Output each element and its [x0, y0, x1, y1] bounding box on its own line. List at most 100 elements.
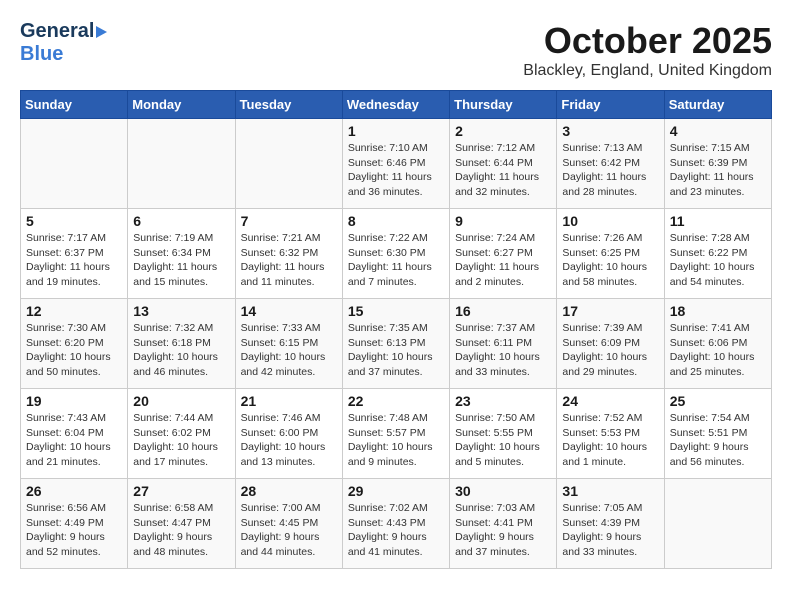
calendar-cell: 18 Sunrise: 7:41 AM Sunset: 6:06 PM Dayli…: [664, 299, 771, 389]
calendar-week-row: 19 Sunrise: 7:43 AM Sunset: 6:04 PM Dayli…: [21, 389, 772, 479]
day-number: 23: [455, 393, 551, 409]
calendar-cell: 19 Sunrise: 7:43 AM Sunset: 6:04 PM Dayli…: [21, 389, 128, 479]
day-number: 11: [670, 213, 766, 229]
calendar-cell: 5 Sunrise: 7:17 AM Sunset: 6:37 PM Daylig…: [21, 209, 128, 299]
day-number: 19: [26, 393, 122, 409]
day-info: Sunrise: 7:17 AM Sunset: 6:37 PM Dayligh…: [26, 231, 122, 290]
day-number: 21: [241, 393, 337, 409]
calendar-cell: 30 Sunrise: 7:03 AM Sunset: 4:41 PM Dayli…: [450, 479, 557, 569]
calendar-cell: [128, 119, 235, 209]
calendar-cell: 27Sunrise: 6:58 AM Sunset: 4:47 PM Dayli…: [128, 479, 235, 569]
calendar-cell: 29 Sunrise: 7:02 AM Sunset: 4:43 PM Dayli…: [342, 479, 449, 569]
day-number: 4: [670, 123, 766, 139]
calendar-cell: 25 Sunrise: 7:54 AM Sunset: 5:51 PM Dayli…: [664, 389, 771, 479]
day-info: Sunrise: 7:03 AM Sunset: 4:41 PM Dayligh…: [455, 501, 551, 560]
day-number: 31: [562, 483, 658, 499]
day-number: 15: [348, 303, 444, 319]
calendar-cell: 11 Sunrise: 7:28 AM Sunset: 6:22 PM Dayli…: [664, 209, 771, 299]
calendar-week-row: 12 Sunrise: 7:30 AM Sunset: 6:20 PM Dayli…: [21, 299, 772, 389]
calendar-cell: 3Sunrise: 7:13 AM Sunset: 6:42 PM Daylig…: [557, 119, 664, 209]
day-info: Sunrise: 7:46 AM Sunset: 6:00 PM Dayligh…: [241, 411, 337, 470]
day-info: Sunrise: 7:26 AM Sunset: 6:25 PM Dayligh…: [562, 231, 658, 290]
day-info: Sunrise: 7:30 AM Sunset: 6:20 PM Dayligh…: [26, 321, 122, 380]
day-info: Sunrise: 7:32 AM Sunset: 6:18 PM Dayligh…: [133, 321, 229, 380]
day-number: 22: [348, 393, 444, 409]
day-info: Sunrise: 7:33 AM Sunset: 6:15 PM Dayligh…: [241, 321, 337, 380]
day-info: Sunrise: 7:35 AM Sunset: 6:13 PM Dayligh…: [348, 321, 444, 380]
day-number: 14: [241, 303, 337, 319]
calendar-cell: 10Sunrise: 7:26 AM Sunset: 6:25 PM Dayli…: [557, 209, 664, 299]
day-info: Sunrise: 7:41 AM Sunset: 6:06 PM Dayligh…: [670, 321, 766, 380]
weekday-header: Friday: [557, 91, 664, 119]
location: Blackley, England, United Kingdom: [523, 62, 772, 80]
page-header: General Blue October 2025 Blackley, Engl…: [20, 20, 772, 80]
weekday-header: Sunday: [21, 91, 128, 119]
day-number: 18: [670, 303, 766, 319]
weekday-header-row: SundayMondayTuesdayWednesdayThursdayFrid…: [21, 91, 772, 119]
logo: General Blue: [20, 20, 109, 66]
calendar-week-row: 1 Sunrise: 7:10 AM Sunset: 6:46 PM Daylig…: [21, 119, 772, 209]
calendar-cell: 1 Sunrise: 7:10 AM Sunset: 6:46 PM Daylig…: [342, 119, 449, 209]
day-number: 26: [26, 483, 122, 499]
day-info: Sunrise: 7:28 AM Sunset: 6:22 PM Dayligh…: [670, 231, 766, 290]
day-info: Sunrise: 7:12 AM Sunset: 6:44 PM Dayligh…: [455, 141, 551, 200]
day-info: Sunrise: 7:05 AM Sunset: 4:39 PM Dayligh…: [562, 501, 658, 560]
day-number: 27: [133, 483, 229, 499]
day-number: 1: [348, 123, 444, 139]
day-info: Sunrise: 7:48 AM Sunset: 5:57 PM Dayligh…: [348, 411, 444, 470]
weekday-header: Tuesday: [235, 91, 342, 119]
calendar-cell: 7 Sunrise: 7:21 AM Sunset: 6:32 PM Daylig…: [235, 209, 342, 299]
calendar-cell: 2 Sunrise: 7:12 AM Sunset: 6:44 PM Daylig…: [450, 119, 557, 209]
day-number: 12: [26, 303, 122, 319]
calendar-cell: 15 Sunrise: 7:35 AM Sunset: 6:13 PM Dayli…: [342, 299, 449, 389]
calendar-cell: 28Sunrise: 7:00 AM Sunset: 4:45 PM Dayli…: [235, 479, 342, 569]
calendar-cell: 6 Sunrise: 7:19 AM Sunset: 6:34 PM Daylig…: [128, 209, 235, 299]
day-number: 29: [348, 483, 444, 499]
day-number: 28: [241, 483, 337, 499]
calendar-cell: 13 Sunrise: 7:32 AM Sunset: 6:18 PM Dayli…: [128, 299, 235, 389]
calendar-cell: 24 Sunrise: 7:52 AM Sunset: 5:53 PM Dayli…: [557, 389, 664, 479]
calendar-cell: 21 Sunrise: 7:46 AM Sunset: 6:00 PM Dayli…: [235, 389, 342, 479]
day-number: 13: [133, 303, 229, 319]
calendar-cell: 26Sunrise: 6:56 AM Sunset: 4:49 PM Dayli…: [21, 479, 128, 569]
day-number: 9: [455, 213, 551, 229]
day-info: Sunrise: 7:39 AM Sunset: 6:09 PM Dayligh…: [562, 321, 658, 380]
day-number: 8: [348, 213, 444, 229]
calendar-cell: [664, 479, 771, 569]
day-number: 24: [562, 393, 658, 409]
calendar-cell: 20 Sunrise: 7:44 AM Sunset: 6:02 PM Dayli…: [128, 389, 235, 479]
calendar-cell: 23Sunrise: 7:50 AM Sunset: 5:55 PM Dayli…: [450, 389, 557, 479]
calendar-cell: [235, 119, 342, 209]
day-number: 17: [562, 303, 658, 319]
day-info: Sunrise: 7:10 AM Sunset: 6:46 PM Dayligh…: [348, 141, 444, 200]
calendar-cell: 17 Sunrise: 7:39 AM Sunset: 6:09 PM Dayli…: [557, 299, 664, 389]
day-number: 30: [455, 483, 551, 499]
calendar-cell: 14 Sunrise: 7:33 AM Sunset: 6:15 PM Dayli…: [235, 299, 342, 389]
logo-blue: Blue: [20, 43, 63, 66]
day-info: Sunrise: 7:02 AM Sunset: 4:43 PM Dayligh…: [348, 501, 444, 560]
weekday-header: Thursday: [450, 91, 557, 119]
day-number: 2: [455, 123, 551, 139]
day-number: 25: [670, 393, 766, 409]
day-number: 16: [455, 303, 551, 319]
day-info: Sunrise: 7:44 AM Sunset: 6:02 PM Dayligh…: [133, 411, 229, 470]
day-info: Sunrise: 7:43 AM Sunset: 6:04 PM Dayligh…: [26, 411, 122, 470]
day-info: Sunrise: 7:22 AM Sunset: 6:30 PM Dayligh…: [348, 231, 444, 290]
day-info: Sunrise: 7:54 AM Sunset: 5:51 PM Dayligh…: [670, 411, 766, 470]
day-info: Sunrise: 7:19 AM Sunset: 6:34 PM Dayligh…: [133, 231, 229, 290]
day-info: Sunrise: 7:13 AM Sunset: 6:42 PM Dayligh…: [562, 141, 658, 200]
logo-arrow-icon: [96, 26, 107, 38]
day-info: Sunrise: 7:21 AM Sunset: 6:32 PM Dayligh…: [241, 231, 337, 290]
calendar-table: SundayMondayTuesdayWednesdayThursdayFrid…: [20, 90, 772, 569]
day-number: 6: [133, 213, 229, 229]
calendar-cell: 4Sunrise: 7:15 AM Sunset: 6:39 PM Daylig…: [664, 119, 771, 209]
logo-general: General: [20, 20, 94, 43]
day-number: 20: [133, 393, 229, 409]
day-info: Sunrise: 7:52 AM Sunset: 5:53 PM Dayligh…: [562, 411, 658, 470]
calendar-week-row: 26Sunrise: 6:56 AM Sunset: 4:49 PM Dayli…: [21, 479, 772, 569]
day-info: Sunrise: 7:37 AM Sunset: 6:11 PM Dayligh…: [455, 321, 551, 380]
day-number: 7: [241, 213, 337, 229]
day-number: 5: [26, 213, 122, 229]
calendar-cell: 31 Sunrise: 7:05 AM Sunset: 4:39 PM Dayli…: [557, 479, 664, 569]
day-info: Sunrise: 7:24 AM Sunset: 6:27 PM Dayligh…: [455, 231, 551, 290]
